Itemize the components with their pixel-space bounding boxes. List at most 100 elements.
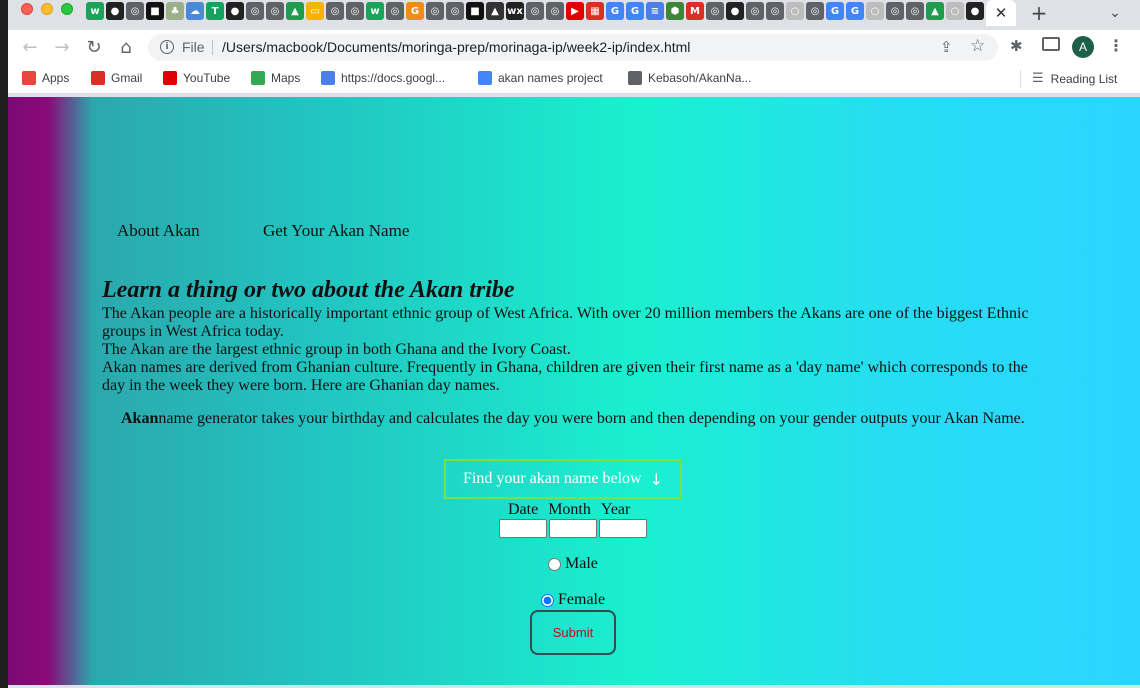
github-icon[interactable]: ● [226, 2, 244, 20]
back-button[interactable]: ← [18, 35, 42, 59]
google-icon[interactable]: G [606, 2, 624, 20]
bookmark-item[interactable]: Apps [22, 71, 69, 85]
github-icon[interactable]: ● [726, 2, 744, 20]
share-icon[interactable]: ⇪ [940, 38, 953, 56]
gender-option-male[interactable]: Male [548, 555, 598, 573]
gmail-icon[interactable]: M [686, 2, 704, 20]
submit-button[interactable]: Submit [530, 610, 616, 655]
globe-icon[interactable]: ◎ [906, 2, 924, 20]
date-input[interactable] [499, 519, 547, 538]
profile-avatar[interactable]: A [1072, 36, 1094, 58]
address-bar[interactable]: i File /Users/macbook/Documents/moringa-… [148, 34, 998, 61]
date-labels: Date Month Year [500, 501, 630, 519]
arrow-right-icon: → [54, 36, 70, 58]
new-tab-button[interactable]: + [1028, 1, 1050, 25]
cloud-icon[interactable]: ☁ [186, 2, 204, 20]
bookmark-item[interactable]: https://docs.googl... [321, 71, 445, 85]
ghost-icon[interactable]: ▲ [486, 2, 504, 20]
globe-icon[interactable]: ◎ [346, 2, 364, 20]
wix-icon[interactable]: wx [506, 2, 524, 20]
nav-link-about[interactable]: About Akan [117, 221, 200, 241]
github-icon[interactable]: ● [106, 2, 124, 20]
omnibox-divider [212, 40, 213, 55]
globe-icon[interactable]: ◎ [386, 2, 404, 20]
google-icon[interactable]: G [626, 2, 644, 20]
globe-icon[interactable]: ◎ [806, 2, 824, 20]
maps-icon [251, 71, 265, 85]
minimize-window-button[interactable] [41, 3, 53, 15]
generator-description: Akanname generator takes your birthday a… [121, 410, 1025, 428]
google-icon [478, 71, 492, 85]
drive-icon[interactable]: ▲ [286, 2, 304, 20]
blank-icon[interactable]: ○ [946, 2, 964, 20]
intro-paragraph: The Akan are the largest ethnic group in… [102, 341, 571, 358]
google-icon[interactable]: G [826, 2, 844, 20]
node-icon[interactable]: ⬢ [666, 2, 684, 20]
wix-w-icon[interactable]: w [86, 2, 104, 20]
bookmark-item[interactable]: akan names project [478, 71, 603, 85]
moringa-icon[interactable]: ■ [466, 2, 484, 20]
plus-icon: + [1030, 1, 1048, 25]
globe-icon[interactable]: ◎ [706, 2, 724, 20]
arrow-down-icon: ↓ [649, 469, 664, 489]
blank-icon[interactable]: ○ [866, 2, 884, 20]
bookmark-label: akan names project [498, 71, 603, 85]
chrome-icon[interactable]: ◎ [526, 2, 544, 20]
nav-link-get-name[interactable]: Get Your Akan Name [263, 221, 409, 241]
globe-icon[interactable]: ◎ [266, 2, 284, 20]
home-button[interactable]: ⌂ [114, 35, 138, 59]
globe-icon[interactable]: ◎ [766, 2, 784, 20]
colorful-icon[interactable]: ▦ [586, 2, 604, 20]
globe-icon[interactable]: ◎ [546, 2, 564, 20]
globe-icon[interactable]: ◎ [446, 2, 464, 20]
globe-icon[interactable]: ◎ [126, 2, 144, 20]
drive-icon[interactable]: ▲ [926, 2, 944, 20]
bookmark-star-icon[interactable]: ☆ [970, 36, 985, 56]
active-tab-close-button[interactable]: ✕ [986, 0, 1016, 26]
cast-icon[interactable] [1042, 37, 1060, 51]
reading-list-label: Reading List [1050, 71, 1118, 86]
github-icon[interactable]: ● [966, 2, 984, 20]
moringa-icon[interactable]: ■ [146, 2, 164, 20]
forward-button[interactable]: → [50, 35, 74, 59]
intro-heading: Learn a thing or two about the Akan trib… [102, 277, 515, 303]
maximize-window-button[interactable] [61, 3, 73, 15]
blank-icon[interactable]: ○ [786, 2, 804, 20]
bookmark-item[interactable]: Kebasoh/AkanNa... [628, 71, 751, 85]
wix-w-icon[interactable]: w [366, 2, 384, 20]
google-icon[interactable]: G [846, 2, 864, 20]
gender-option-female[interactable]: Female [541, 591, 605, 609]
male-radio[interactable] [548, 557, 561, 571]
female-radio[interactable] [541, 593, 554, 607]
close-window-button[interactable] [21, 3, 33, 15]
bookmark-item[interactable]: YouTube [163, 71, 230, 85]
reload-button[interactable]: ↻ [82, 35, 106, 59]
globe-icon[interactable]: ◎ [746, 2, 764, 20]
slides-icon[interactable]: ▭ [306, 2, 324, 20]
tree-icon[interactable]: ♣ [166, 2, 184, 20]
globe-icon[interactable]: ◎ [326, 2, 344, 20]
t-icon[interactable]: T [206, 2, 224, 20]
reading-list-icon: ☰ [1032, 71, 1044, 86]
globe-icon[interactable]: ◎ [246, 2, 264, 20]
globe-icon [628, 71, 642, 85]
info-icon[interactable]: i [160, 40, 174, 54]
kebab-menu-icon[interactable]: ⋮ [1108, 36, 1124, 55]
orange-app-icon[interactable]: G [406, 2, 424, 20]
year-input[interactable] [599, 519, 647, 538]
url-text[interactable]: /Users/macbook/Documents/moringa-prep/mo… [222, 39, 690, 55]
tab-bar: w ● ◎ ■ ♣ ☁ T ● ◎ ◎ ▲ ▭ ◎ ◎ w ◎ G ◎ ◎ ■ ▲ wx ◎ ◎ ▶ ▦ G G ≡ ⬢ M ◎ ● ◎ ◎ ○ ◎ G G… [8, 0, 1140, 30]
bookmark-item[interactable]: Maps [251, 71, 300, 85]
month-input[interactable] [549, 519, 597, 538]
intro-paragraph: The Akan people are a historically impor… [102, 305, 1029, 340]
docs-icon[interactable]: ≡ [646, 2, 664, 20]
bookmark-item[interactable]: Gmail [91, 71, 142, 85]
globe-icon[interactable]: ◎ [886, 2, 904, 20]
extensions-puzzle-icon[interactable]: ✱ [1010, 37, 1023, 55]
reading-list-button[interactable]: ☰ Reading List [1032, 71, 1117, 86]
generator-bold: Akan [121, 410, 159, 427]
tab-search-button[interactable]: ⌄ [1105, 3, 1125, 23]
youtube-icon[interactable]: ▶ [566, 2, 584, 20]
close-icon: ✕ [994, 4, 1008, 22]
globe-icon[interactable]: ◎ [426, 2, 444, 20]
